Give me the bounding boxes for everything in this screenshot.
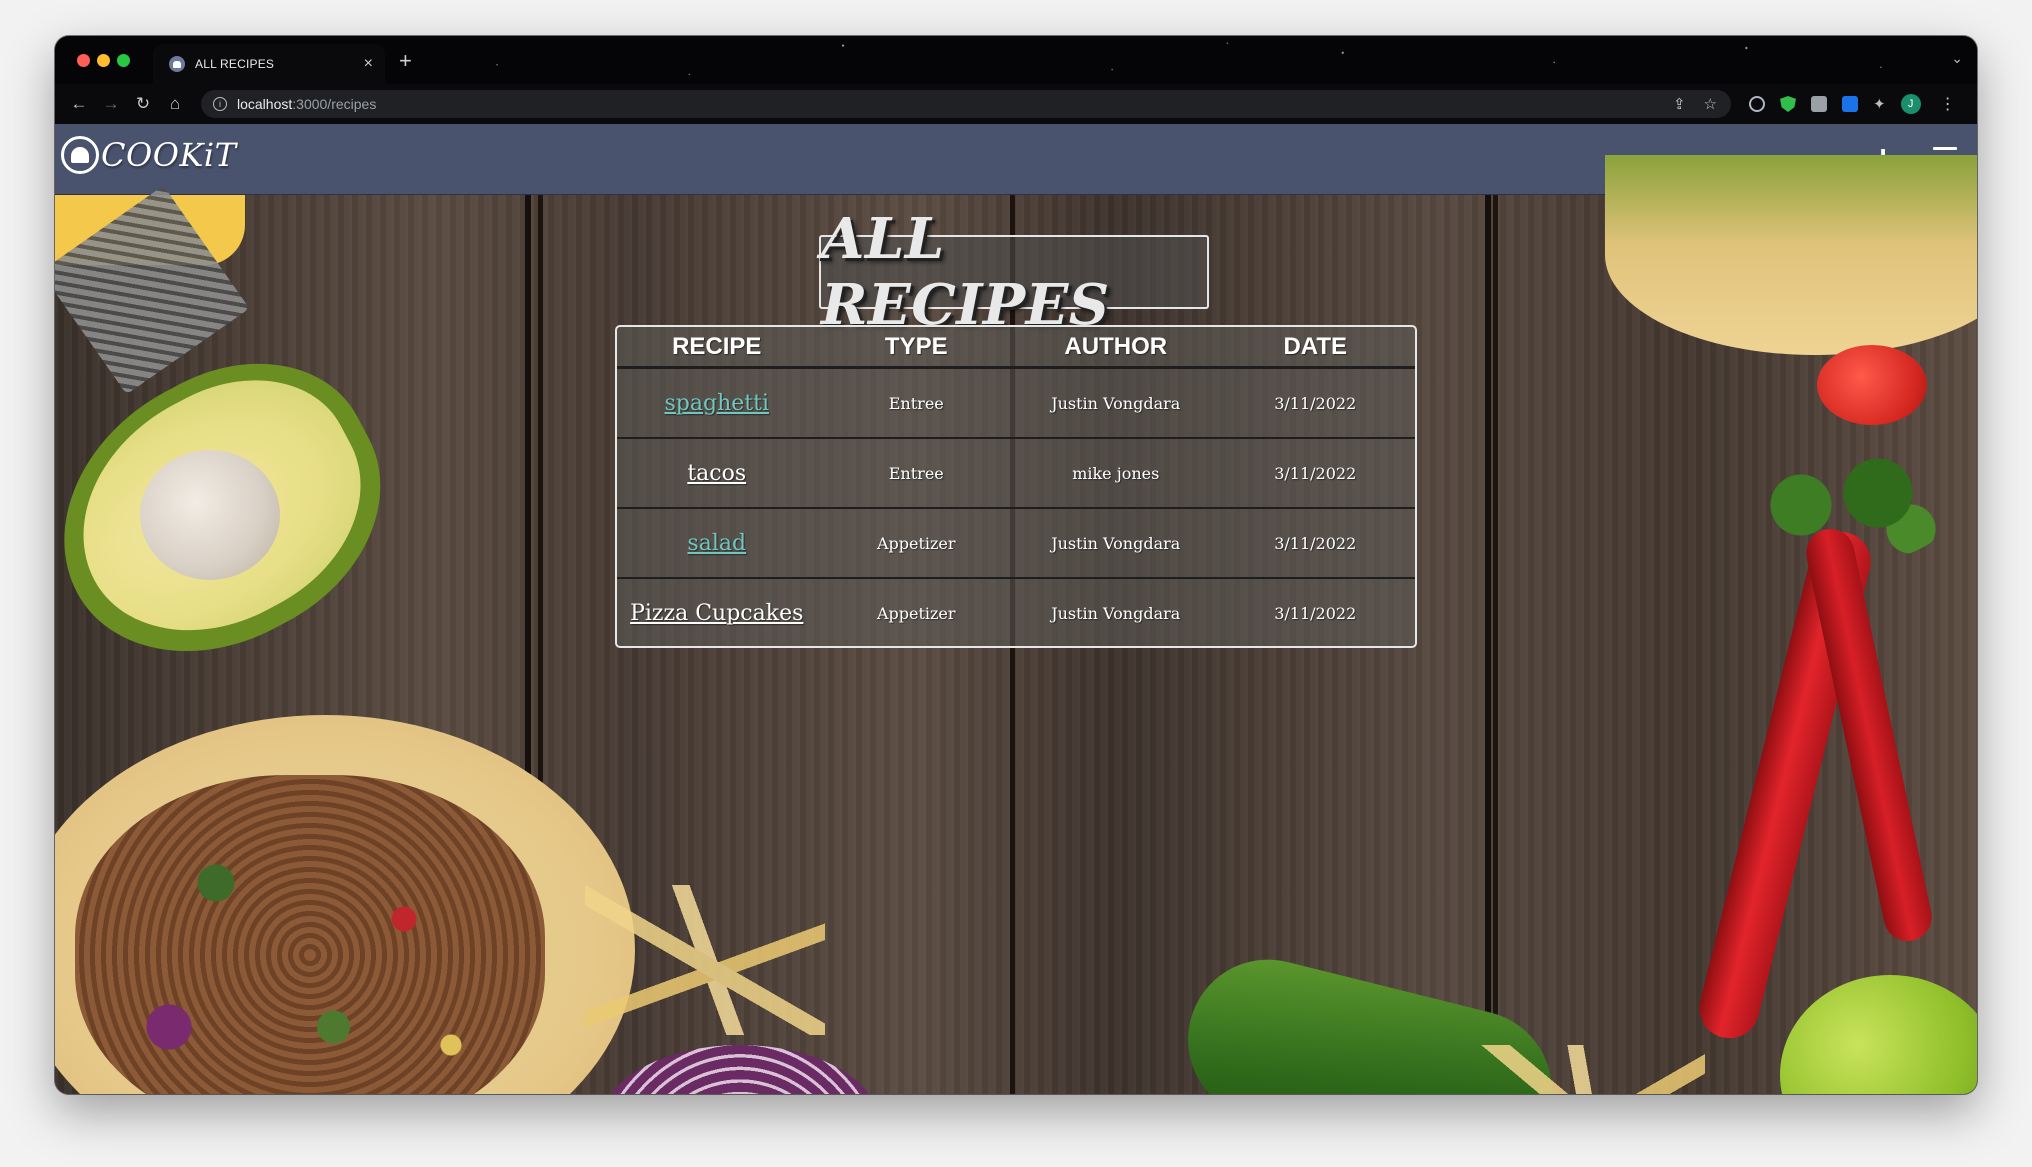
back-arrow-icon[interactable]: ←	[63, 94, 95, 114]
column-header-recipe: RECIPE	[672, 332, 762, 360]
recipe-type: Appetizer	[876, 603, 956, 623]
extension-gray-icon[interactable]	[1811, 96, 1827, 112]
logo-text: COOKiT	[101, 136, 237, 174]
recipes-content: ALL RECIPES RECIPE TYPE AUTHOR DATE spag…	[55, 155, 1977, 1094]
recipe-link-tacos[interactable]: tacos	[687, 461, 746, 486]
recipe-author: Justin Vongdara	[1051, 533, 1181, 553]
shredded-cheese-image	[585, 885, 825, 1035]
recipe-link-spaghetti[interactable]: spaghetti	[665, 391, 769, 416]
recipe-date: 3/11/2022	[1274, 393, 1357, 413]
new-tab-button[interactable]: +	[399, 48, 412, 74]
tomato-image	[1817, 345, 1927, 425]
url-text: localhost:3000/recipes	[237, 96, 377, 112]
browser-menu-icon[interactable]: ⋮	[1940, 94, 1956, 114]
page-title: ALL RECIPES	[821, 206, 1110, 338]
table-row: salad Appetizer Justin Vongdara 3/11/202…	[617, 509, 1415, 579]
taco-filling-image	[75, 775, 545, 1094]
recipe-date: 3/11/2022	[1274, 463, 1357, 483]
table-row: tacos Entree mike jones 3/11/2022	[617, 439, 1415, 509]
maximize-window-button[interactable]	[117, 54, 130, 67]
table-header-row: RECIPE TYPE AUTHOR DATE	[617, 327, 1415, 369]
recipe-date: 3/11/2022	[1274, 533, 1357, 553]
avocado-pit-image	[140, 450, 280, 580]
share-icon[interactable]: ⇪	[1673, 95, 1686, 113]
web-page: COOKiT +	[55, 124, 1977, 1094]
lime-image	[1780, 975, 1977, 1094]
tab-all-recipes[interactable]: ALL RECIPES ×	[153, 44, 385, 84]
address-bar[interactable]: i localhost:3000/recipes ⇪ ☆	[201, 90, 1731, 118]
table-row: spaghetti Entree Justin Vongdara 3/11/20…	[617, 369, 1415, 439]
recipe-type: Appetizer	[876, 533, 956, 553]
red-cabbage-image	[600, 1045, 880, 1094]
recipe-author: mike jones	[1072, 463, 1160, 483]
close-tab-icon[interactable]: ×	[364, 55, 373, 73]
recipe-author: Justin Vongdara	[1051, 603, 1181, 623]
recipe-type: Entree	[888, 463, 944, 483]
profile-avatar[interactable]: J	[1900, 94, 1921, 114]
site-info-icon[interactable]: i	[213, 97, 227, 111]
extension-shield-icon[interactable]	[1780, 96, 1796, 112]
column-header-author: AUTHOR	[1064, 332, 1168, 360]
bookmark-star-icon[interactable]: ☆	[1704, 95, 1717, 113]
extensions-puzzle-icon[interactable]: ✦	[1873, 95, 1886, 113]
browser-window: ALL RECIPES × + ⌄ ← → ↻ ⌂ i localhost:30…	[55, 36, 1977, 1094]
recipe-type: Entree	[888, 393, 944, 413]
extension-search-icon[interactable]	[1749, 96, 1765, 112]
wood-plank-seam	[1493, 195, 1498, 1094]
reload-icon[interactable]: ↻	[127, 94, 159, 114]
recipe-author: Justin Vongdara	[1051, 393, 1181, 413]
browser-toolbar: ← → ↻ ⌂ i localhost:3000/recipes ⇪ ☆ ✦ J…	[55, 84, 1977, 124]
column-header-date: DATE	[1283, 332, 1348, 360]
page-title-box: ALL RECIPES	[819, 206, 1209, 338]
home-icon[interactable]: ⌂	[159, 94, 191, 114]
chef-hat-logo-icon	[61, 136, 99, 174]
close-window-button[interactable]	[77, 54, 90, 67]
logo[interactable]: COOKiT	[61, 136, 236, 174]
tab-search-chevron-down-icon[interactable]: ⌄	[1951, 50, 1963, 67]
minimize-window-button[interactable]	[97, 54, 110, 67]
tab-strip: ALL RECIPES × + ⌄	[55, 36, 1977, 84]
tab-title: ALL RECIPES	[195, 57, 275, 71]
recipes-table: RECIPE TYPE AUTHOR DATE spaghetti Entree…	[615, 325, 1417, 648]
shredded-cheese-image	[1465, 1045, 1705, 1094]
recipe-date: 3/11/2022	[1274, 603, 1357, 623]
chef-hat-favicon-icon	[169, 56, 185, 72]
forward-arrow-icon[interactable]: →	[95, 94, 127, 114]
table-row: Pizza Cupcakes Appetizer Justin Vongdara…	[617, 579, 1415, 646]
column-header-type: TYPE	[884, 332, 948, 360]
recipe-link-salad[interactable]: salad	[687, 531, 746, 556]
extension-blue-icon[interactable]	[1842, 96, 1858, 112]
recipe-link-pizza-cupcakes[interactable]: Pizza Cupcakes	[630, 601, 803, 626]
taco-shells-image	[1605, 155, 1977, 355]
